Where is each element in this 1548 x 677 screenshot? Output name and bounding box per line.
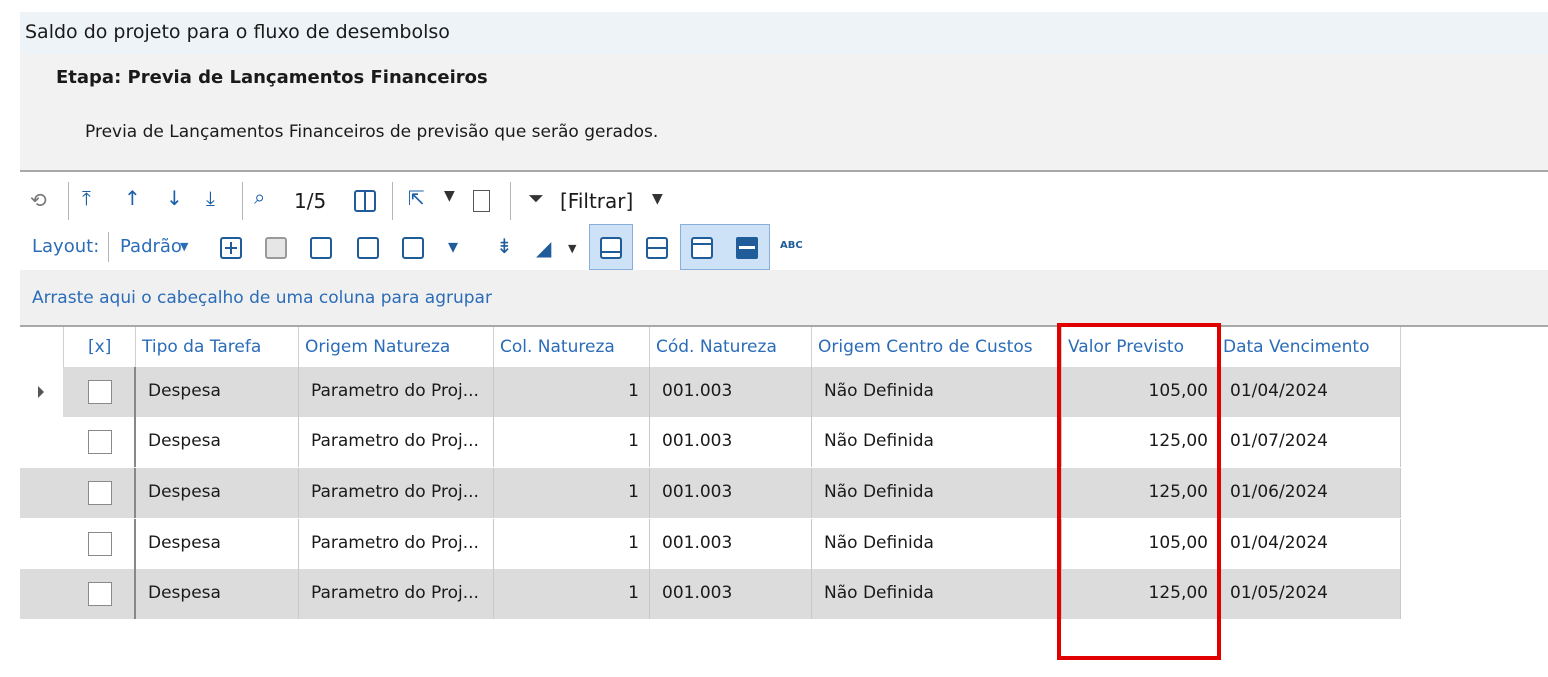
export-icon[interactable]: ⇱ [408,186,425,210]
row-checkbox[interactable] [88,430,112,454]
group-by-area[interactable]: Arraste aqui o cabeçalho de uma coluna p… [20,270,1548,325]
row-checkbox[interactable] [88,582,112,606]
cell-data: 01/05/2024 [1219,569,1401,619]
layout-select[interactable]: Padrão [120,236,182,257]
select-cell[interactable] [64,468,136,518]
last-record-icon[interactable]: ⤓ [206,186,215,210]
chevron-down-icon[interactable]: ▼ [568,242,576,255]
cell-centro: Não Definida [812,367,1062,417]
spellcheck-icon[interactable]: ABC [780,240,803,251]
cell-data: 01/04/2024 [1219,519,1401,569]
refresh-icon[interactable]: ⟲ [30,188,47,212]
rows-view-icon[interactable] [736,237,758,259]
step-description: Previa de Lançamentos Financeiros de pre… [85,122,659,142]
chevron-down-icon[interactable]: ▼ [180,240,188,253]
select-cell[interactable] [64,367,136,417]
row-indicator-header [20,327,64,367]
divider [392,182,393,220]
move-up-icon[interactable] [357,237,379,259]
cell-data: 01/04/2024 [1219,367,1401,417]
first-record-icon[interactable]: ⤒ [82,186,91,210]
column-header-data-vencimento[interactable]: Data Vencimento [1219,327,1401,367]
row-indicator [20,367,63,417]
cell-tipo: Despesa [136,367,299,417]
cell-cod: 001.003 [650,417,812,467]
select-cell[interactable] [64,569,136,619]
search-icon[interactable]: ⌕ [254,185,265,209]
document-icon[interactable] [473,190,490,212]
cell-origem: Parametro do Proj... [299,468,494,518]
row-checkbox[interactable] [88,380,112,404]
cell-centro: Não Definida [812,569,1062,619]
cell-col: 1 [494,519,650,569]
divider [242,182,243,220]
enter-icon[interactable] [310,237,332,259]
column-header-cod-natureza[interactable]: Cód. Natureza [650,327,812,367]
delete-icon[interactable] [265,237,287,259]
select-cell[interactable] [64,519,136,569]
column-header-origem-natureza[interactable]: Origem Natureza [299,327,494,367]
filter-icon[interactable]: ⏷ [528,186,544,210]
page-indicator: 1/5 [294,189,327,213]
column-header-tipo-tarefa[interactable]: Tipo da Tarefa [136,327,299,367]
cell-cod: 001.003 [650,569,812,619]
step-title: Etapa: Previa de Lançamentos Financeiros [56,67,488,88]
current-row-arrow-icon [38,386,44,398]
add-icon[interactable] [220,237,242,259]
filter-button[interactable]: [Filtrar] [560,189,633,213]
cell-tipo: Despesa [136,519,299,569]
cell-col: 1 [494,569,650,619]
cell-data: 01/06/2024 [1219,468,1401,518]
cell-origem: Parametro do Proj... [299,519,494,569]
next-record-icon[interactable]: ↓ [166,186,183,210]
move-down-icon[interactable] [402,237,424,259]
columns-icon[interactable] [354,190,376,212]
cell-tipo: Despesa [136,468,299,518]
select-cell[interactable] [64,417,136,467]
cell-centro: Não Definida [812,468,1062,518]
divider [68,182,69,220]
cell-tipo: Despesa [136,417,299,467]
chart-icon[interactable]: ◢ [536,236,551,260]
column-header-select[interactable]: [x] [64,327,136,367]
header-view-icon[interactable] [691,237,713,259]
cell-centro: Não Definida [812,417,1062,467]
split-view-icon[interactable] [646,237,668,259]
pin-icon[interactable]: ⇟ [496,234,513,258]
column-header-col-natureza[interactable]: Col. Natureza [494,327,650,367]
row-checkbox[interactable] [88,481,112,505]
cell-cod: 001.003 [650,468,812,518]
footer-view-icon[interactable] [600,237,622,259]
paint-icon[interactable]: ▾ [448,234,458,258]
cell-centro: Não Definida [812,519,1062,569]
chevron-down-icon[interactable]: ▼ [652,191,663,207]
cell-cod: 001.003 [650,519,812,569]
grid-toolbar: ⟲ ⤒ ↑ ↓ ⤓ ⌕ 1/5 ⇱ ▼ ⏷ [Filtrar] ▼ Layout… [20,172,1548,270]
layout-label: Layout: [32,236,100,257]
cell-col: 1 [494,417,650,467]
cell-data: 01/07/2024 [1219,417,1401,467]
cell-origem: Parametro do Proj... [299,417,494,467]
column-header-origem-centro-custos[interactable]: Origem Centro de Custos [812,327,1062,367]
chevron-down-icon[interactable]: ▼ [444,188,455,204]
group-by-hint: Arraste aqui o cabeçalho de uma coluna p… [32,288,492,308]
left-margin [0,0,20,677]
divider [510,182,511,220]
cell-origem: Parametro do Proj... [299,569,494,619]
step-panel: Etapa: Previa de Lançamentos Financeiros… [20,54,1548,171]
highlight-box-valor-previsto [1057,323,1221,660]
window-title: Saldo do projeto para o fluxo de desembo… [25,21,450,43]
cell-tipo: Despesa [136,569,299,619]
window-title-bar: Saldo do projeto para o fluxo de desembo… [20,12,1548,54]
cell-col: 1 [494,468,650,518]
cell-origem: Parametro do Proj... [299,367,494,417]
row-checkbox[interactable] [88,532,112,556]
previous-record-icon[interactable]: ↑ [124,186,141,210]
cell-cod: 001.003 [650,367,812,417]
divider [108,232,109,262]
cell-col: 1 [494,367,650,417]
